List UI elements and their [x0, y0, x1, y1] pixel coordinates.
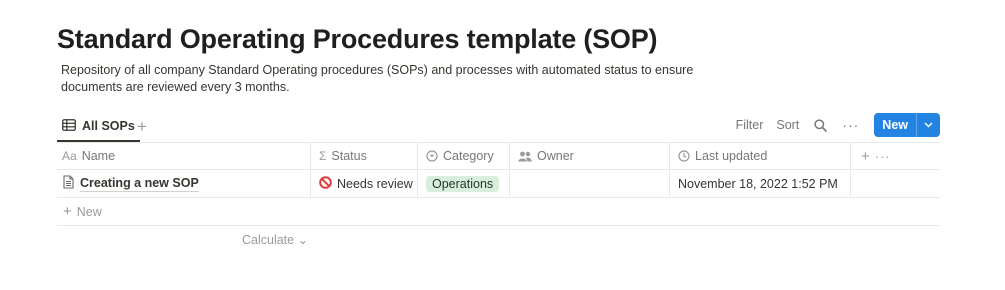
page-title: Standard Operating Procedures template (… — [57, 24, 658, 54]
text-property-icon: Aa — [62, 149, 77, 163]
sop-table: Aa Name Σ Status Category Owner Last upd… — [57, 142, 940, 226]
add-property-button[interactable]: + — [861, 148, 870, 165]
formula-icon: Σ — [319, 149, 327, 163]
column-label: Status — [331, 149, 367, 163]
cell-name[interactable]: Creating a new SOP — [57, 170, 311, 197]
column-header-name[interactable]: Aa Name — [57, 143, 311, 169]
calculate-button[interactable]: Calculate ⌄ — [242, 232, 308, 247]
table-icon — [62, 118, 76, 134]
tab-all-sops[interactable]: All SOPs — [57, 112, 140, 142]
page-description: Repository of all company Standard Opera… — [61, 63, 694, 94]
column-more-button[interactable]: ··· — [875, 149, 891, 164]
column-header-category[interactable]: Category — [418, 143, 510, 169]
clock-icon — [678, 150, 690, 162]
table-row[interactable]: Creating a new SOP Needs review Operatio… — [57, 170, 940, 198]
select-icon — [426, 150, 438, 162]
column-header-actions: + ··· — [851, 143, 940, 169]
table-header: Aa Name Σ Status Category Owner Last upd… — [57, 142, 940, 170]
column-label: Owner — [537, 149, 574, 163]
column-header-owner[interactable]: Owner — [510, 143, 670, 169]
category-tag: Operations — [426, 175, 500, 192]
sort-button[interactable]: Sort — [776, 118, 799, 132]
more-options-button[interactable]: ··· — [842, 118, 859, 132]
plus-icon: + — [63, 203, 72, 220]
view-toolbar: All SOPs + Filter Sort ··· New — [57, 112, 940, 142]
search-icon[interactable] — [812, 117, 828, 133]
column-label: Category — [443, 149, 494, 163]
add-view-button[interactable]: + — [137, 117, 147, 137]
column-label: Last updated — [695, 149, 768, 163]
view-tools: Filter Sort ··· New — [736, 113, 940, 137]
cell-category[interactable]: Operations — [418, 170, 510, 197]
filter-button[interactable]: Filter — [736, 118, 764, 132]
new-row-label: New — [76, 204, 102, 219]
page-icon — [63, 175, 74, 192]
new-row-button[interactable]: + New — [57, 198, 940, 226]
cell-last-updated: November 18, 2022 1:52 PM — [670, 170, 851, 197]
cell-status[interactable]: Needs review — [311, 170, 418, 197]
cell-owner[interactable] — [510, 170, 670, 197]
row-title[interactable]: Creating a new SOP — [80, 176, 199, 192]
cell-empty — [851, 170, 940, 197]
tab-label: All SOPs — [82, 119, 135, 133]
no-entry-icon — [319, 175, 332, 192]
new-button-label[interactable]: New — [874, 113, 917, 137]
column-label: Name — [81, 149, 116, 163]
column-header-status[interactable]: Σ Status — [311, 143, 418, 169]
chevron-down-icon[interactable] — [917, 113, 940, 137]
status-value: Needs review — [337, 176, 413, 191]
new-button[interactable]: New — [874, 113, 940, 137]
column-header-last-updated[interactable]: Last updated — [670, 143, 851, 169]
people-icon — [518, 151, 532, 162]
